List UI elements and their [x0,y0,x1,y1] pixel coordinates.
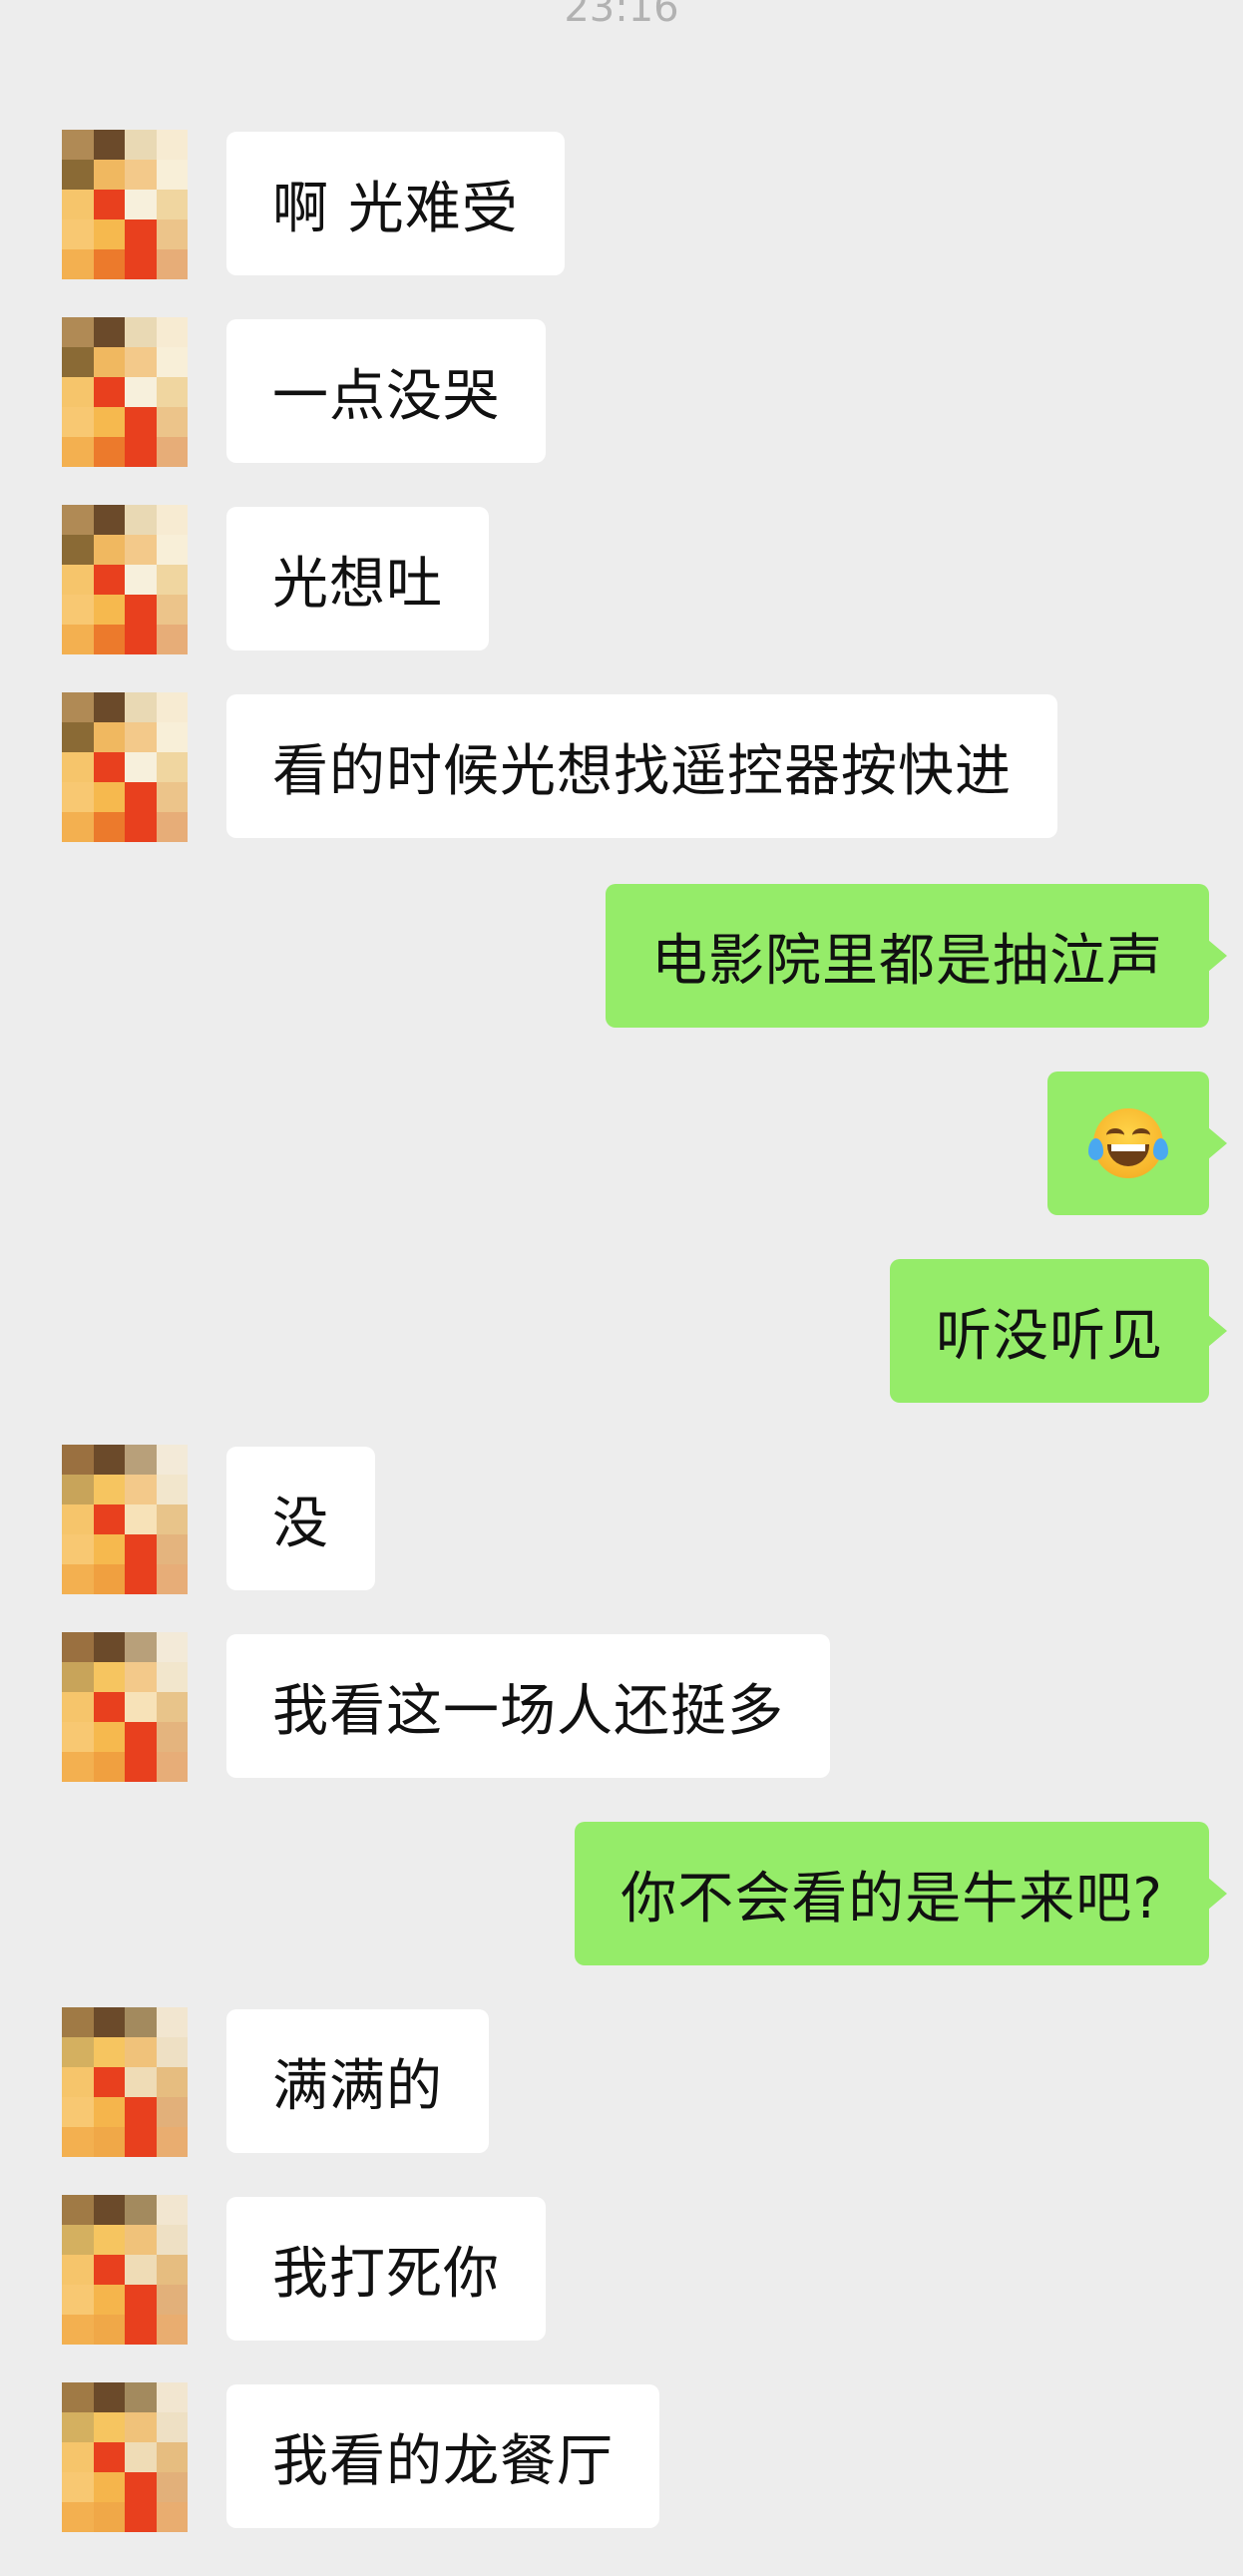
contact-avatar[interactable] [62,130,188,279]
incoming-message-bubble[interactable]: 啊 光难受 [226,132,565,275]
incoming-message-bubble[interactable]: 我看这一场人还挺多 [226,1634,830,1778]
incoming-message-bubble[interactable]: 满满的 [226,2009,489,2153]
outgoing-message-bubble[interactable] [1047,1072,1227,1215]
message-row: 你不会看的是牛来吧? [0,1820,1243,1969]
incoming-message-bubble[interactable]: 我看的龙餐厅 [226,2384,659,2528]
outgoing-message-bubble[interactable]: 听没听见 [890,1259,1227,1403]
message-text: 一点没哭 [272,363,500,429]
message-row: 看的时候光想找遥控器按快进 [0,692,1243,842]
chat-view[interactable]: 23:16 啊 光难受 一点没哭 光想吐 看的时候光想找遥控器按快进 电影院里都… [0,0,1243,2576]
incoming-message-bubble[interactable]: 我打死你 [226,2197,546,2341]
contact-avatar[interactable] [62,2007,188,2157]
incoming-message-bubble[interactable]: 光想吐 [226,507,489,650]
contact-avatar[interactable] [62,1445,188,1594]
message-row: 一点没哭 [0,317,1243,467]
message-text: 电影院里都是抽泣声 [651,928,1163,994]
message-text: 听没听见 [936,1303,1163,1369]
outgoing-message-bubble[interactable]: 你不会看的是牛来吧? [575,1822,1227,1965]
contact-avatar[interactable] [62,1632,188,1782]
message-text: 我看的龙餐厅 [272,2428,614,2494]
message-row: 我打死你 [0,2195,1243,2345]
outgoing-message-bubble[interactable]: 电影院里都是抽泣声 [606,884,1227,1028]
contact-avatar[interactable] [62,2382,188,2532]
message-row: 电影院里都是抽泣声 [0,882,1243,1032]
message-row: 我看这一场人还挺多 [0,1632,1243,1782]
message-row: 满满的 [0,2007,1243,2157]
contact-avatar[interactable] [62,505,188,654]
message-text: 没 [272,1491,329,1556]
face-with-tears-of-joy-icon [1088,1108,1168,1178]
message-row: 我看的龙餐厅 [0,2382,1243,2532]
message-text: 啊 光难受 [272,176,519,241]
incoming-message-bubble[interactable]: 看的时候光想找遥控器按快进 [226,694,1057,838]
contact-avatar[interactable] [62,317,188,467]
message-row: 光想吐 [0,505,1243,654]
message-row: 没 [0,1445,1243,1594]
message-text: 看的时候光想找遥控器按快进 [272,738,1012,804]
message-text: 满满的 [272,2053,443,2119]
message-row: 啊 光难受 [0,130,1243,279]
contact-avatar[interactable] [62,2195,188,2345]
message-row [0,1070,1243,1219]
message-timestamp: 23:16 [564,0,679,31]
incoming-message-bubble[interactable]: 一点没哭 [226,319,546,463]
message-text: 我看这一场人还挺多 [272,1678,784,1744]
contact-avatar[interactable] [62,692,188,842]
message-text: 我打死你 [272,2241,500,2307]
message-row: 听没听见 [0,1257,1243,1407]
message-text: 你不会看的是牛来吧? [621,1866,1163,1932]
incoming-message-bubble[interactable]: 没 [226,1447,375,1590]
message-text: 光想吐 [272,551,443,617]
